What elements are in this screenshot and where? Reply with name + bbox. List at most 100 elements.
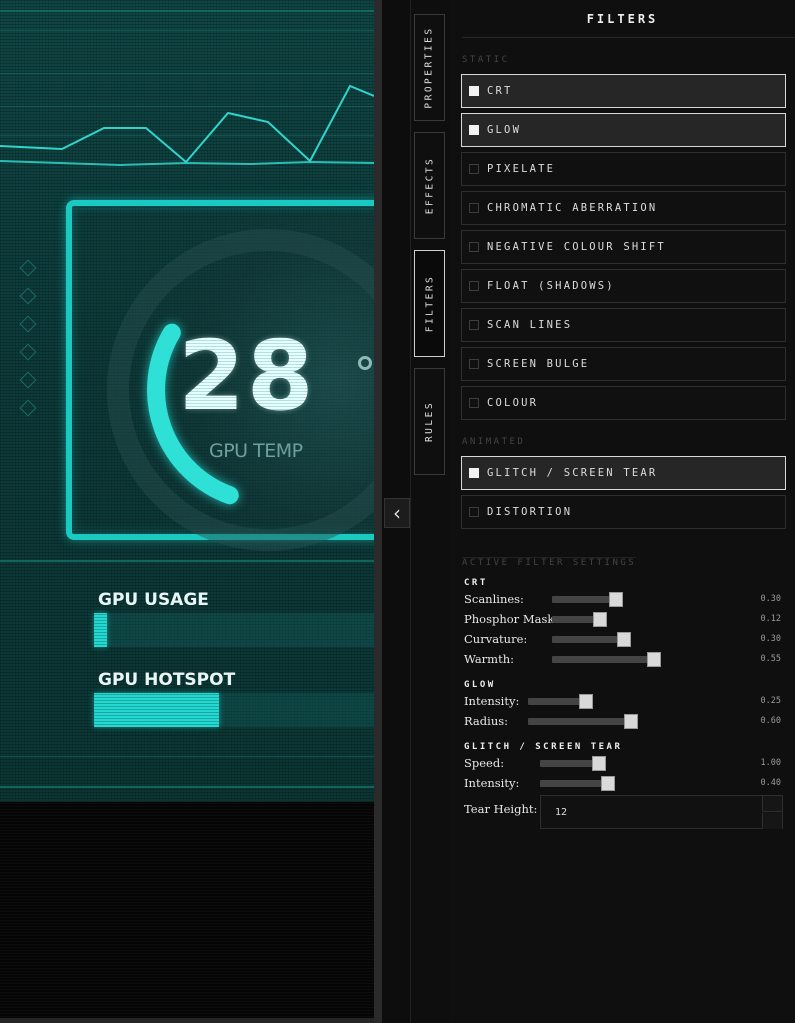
divider-line xyxy=(0,786,374,788)
filter-screen-bulge[interactable]: SCREEN BULGE xyxy=(461,347,786,381)
glow-intensity-label: Intensity: xyxy=(464,694,520,708)
checkbox[interactable] xyxy=(469,281,479,291)
checkbox[interactable] xyxy=(469,125,479,135)
tab-rules[interactable]: RULES xyxy=(414,368,445,475)
widget-preview: 28 GPU TEMP GPU USAGE GPU HOTSPOT xyxy=(0,0,374,1023)
collapse-panel-button[interactable]: ‹ xyxy=(384,498,410,528)
tear-height-input[interactable]: 12 xyxy=(540,795,783,829)
increment-button[interactable] xyxy=(762,796,782,812)
filter-label: GLITCH / SCREEN TEAR xyxy=(487,467,658,479)
slider-handle[interactable] xyxy=(624,714,638,729)
filter-glow[interactable]: GLOW xyxy=(461,113,786,147)
crt-warmth-label: Warmth: xyxy=(464,652,514,666)
slider-handle[interactable] xyxy=(592,756,606,771)
checkbox[interactable] xyxy=(469,468,479,478)
glitch-speed-label: Speed: xyxy=(464,756,505,770)
gpu-usage-label: GPU USAGE xyxy=(98,590,209,610)
crt-warmth-value: 0.55 xyxy=(760,654,781,664)
filter-crt[interactable]: CRT xyxy=(461,74,786,108)
crt-settings-title: CRT xyxy=(464,578,488,588)
glitch-intensity-value: 0.40 xyxy=(760,778,781,788)
checkbox[interactable] xyxy=(469,398,479,408)
tab-effects[interactable]: EFFECTS xyxy=(414,132,445,239)
filter-label: DISTORTION xyxy=(487,506,573,518)
active-settings-label: ACTIVE FILTER SETTINGS xyxy=(462,557,637,568)
preview-empty-area xyxy=(0,802,374,1023)
tab-properties[interactable]: PROPERTIES xyxy=(414,14,445,121)
crt-scanlines-label: Scanlines: xyxy=(464,592,524,606)
checkbox[interactable] xyxy=(469,359,479,369)
decrement-button[interactable] xyxy=(762,813,782,829)
tab-label: EFFECTS xyxy=(424,156,436,215)
filter-label: FLOAT (SHADOWS) xyxy=(487,280,615,292)
crt-curvature-value: 0.30 xyxy=(760,634,781,644)
glow-settings-title: GLOW xyxy=(464,680,496,690)
degree-icon xyxy=(358,356,372,370)
crt-phosphor-label: Phosphor Mask: xyxy=(464,612,559,626)
glitch-settings-title: GLITCH / SCREEN TEAR xyxy=(464,742,623,752)
filter-label: GLOW xyxy=(487,124,522,136)
checkbox[interactable] xyxy=(469,507,479,517)
crt-warmth-slider[interactable] xyxy=(552,652,661,667)
filter-label: SCAN LINES xyxy=(487,319,573,331)
temp-gauge xyxy=(107,229,374,551)
filter-label: SCREEN BULGE xyxy=(487,358,590,370)
filter-label: CHROMATIC ABERRATION xyxy=(487,202,658,214)
tab-label: RULES xyxy=(424,400,436,443)
filter-scan-lines[interactable]: SCAN LINES xyxy=(461,308,786,342)
horizontal-scrollbar[interactable] xyxy=(0,1018,374,1023)
glitch-intensity-label: Intensity: xyxy=(464,776,520,790)
title-divider xyxy=(462,37,795,38)
chevron-left-icon: ‹ xyxy=(393,501,401,525)
divider-line xyxy=(0,756,374,757)
slider-handle[interactable] xyxy=(609,592,623,607)
glow-intensity-slider[interactable] xyxy=(528,694,593,709)
filter-float-shadows[interactable]: FLOAT (SHADOWS) xyxy=(461,269,786,303)
tab-filters[interactable]: FILTERS xyxy=(414,250,445,357)
gpu-usage-fill xyxy=(94,613,107,647)
crt-scanlines-slider[interactable] xyxy=(552,592,623,607)
slider-handle[interactable] xyxy=(647,652,661,667)
filter-glitch-screen-tear[interactable]: GLITCH / SCREEN TEAR xyxy=(461,456,786,490)
gpu-hotspot-bar xyxy=(94,693,374,727)
static-section-label: STATIC xyxy=(462,55,510,65)
crt-phosphor-value: 0.12 xyxy=(760,614,781,624)
crt-curvature-label: Curvature: xyxy=(464,632,528,646)
crt-curvature-slider[interactable] xyxy=(552,632,631,647)
vertical-scrollbar[interactable] xyxy=(374,0,382,1023)
checkbox[interactable] xyxy=(469,86,479,96)
glow-radius-slider[interactable] xyxy=(528,714,638,729)
filter-distortion[interactable]: DISTORTION xyxy=(461,495,786,529)
crt-phosphor-slider[interactable] xyxy=(552,612,607,627)
checkbox[interactable] xyxy=(469,203,479,213)
side-tab-bar: PROPERTIES EFFECTS FILTERS RULES xyxy=(410,0,450,1023)
glitch-speed-slider[interactable] xyxy=(540,756,606,771)
filter-negative-colour-shift[interactable]: NEGATIVE COLOUR SHIFT xyxy=(461,230,786,264)
filter-pixelate[interactable]: PIXELATE xyxy=(461,152,786,186)
glow-radius-value: 0.60 xyxy=(760,716,781,726)
slider-handle[interactable] xyxy=(617,632,631,647)
glitch-intensity-slider[interactable] xyxy=(540,776,615,791)
slider-handle[interactable] xyxy=(601,776,615,791)
glow-intensity-value: 0.25 xyxy=(760,696,781,706)
glow-radius-label: Radius: xyxy=(464,714,509,728)
filters-panel: FILTERS STATIC CRT GLOW PIXELATE CHROMAT… xyxy=(450,0,795,1023)
filter-colour[interactable]: COLOUR xyxy=(461,386,786,420)
tab-label: PROPERTIES xyxy=(424,26,436,109)
gpu-temp-label: GPU TEMP xyxy=(209,440,303,462)
checkbox[interactable] xyxy=(469,242,479,252)
tear-height-value: 12 xyxy=(555,807,568,818)
filter-chromatic-aberration[interactable]: CHROMATIC ABERRATION xyxy=(461,191,786,225)
filter-label: NEGATIVE COLOUR SHIFT xyxy=(487,241,666,253)
checkbox[interactable] xyxy=(469,320,479,330)
checkbox[interactable] xyxy=(469,164,479,174)
gpu-temp-value: 28 xyxy=(178,320,316,432)
gpu-usage-bar xyxy=(94,613,374,647)
filter-label: COLOUR xyxy=(487,397,539,409)
crt-scanlines-value: 0.30 xyxy=(760,594,781,604)
slider-handle[interactable] xyxy=(593,612,607,627)
slider-handle[interactable] xyxy=(579,694,593,709)
glitch-speed-value: 1.00 xyxy=(760,758,781,768)
animated-section-label: ANIMATED xyxy=(462,437,526,447)
gpu-hotspot-label: GPU HOTSPOT xyxy=(98,670,236,690)
